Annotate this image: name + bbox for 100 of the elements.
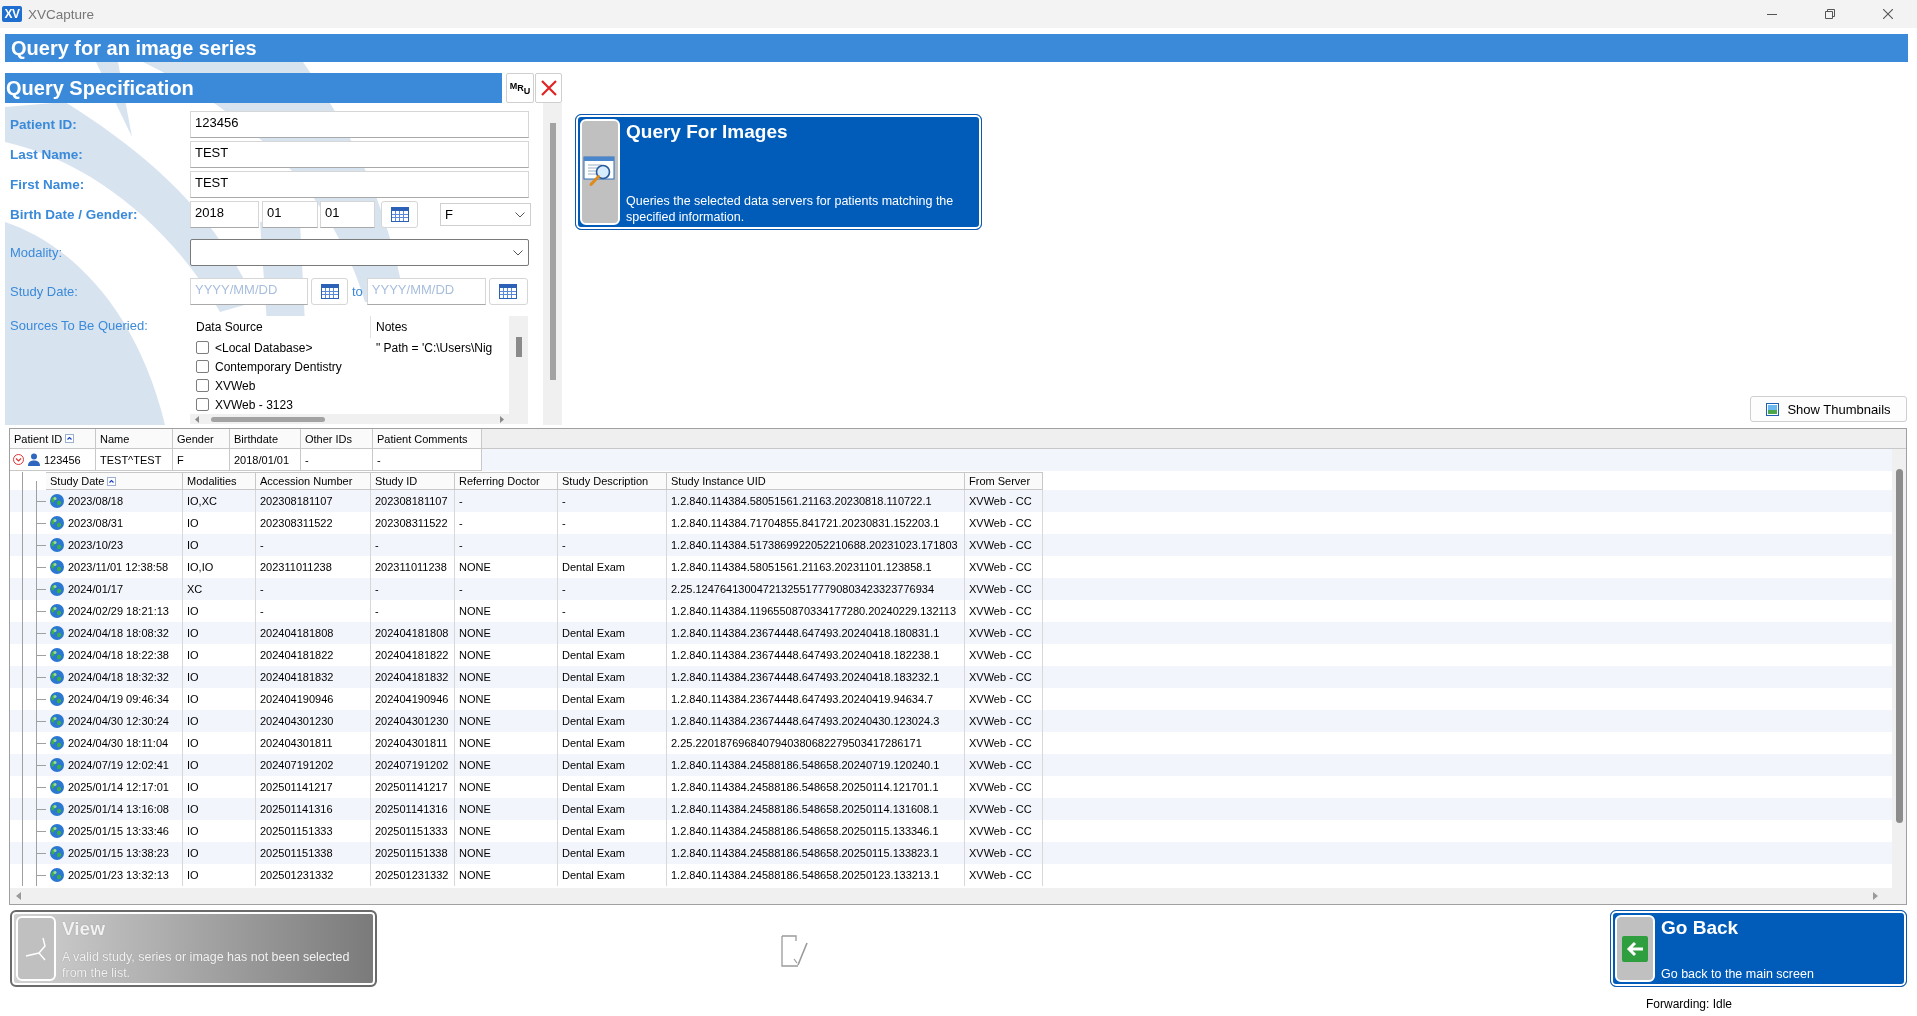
- column-header[interactable]: Referring Doctor: [455, 472, 558, 490]
- gender-dropdown[interactable]: F: [440, 203, 531, 226]
- table-cell: NONE: [455, 864, 558, 886]
- document-check-icon[interactable]: [780, 935, 810, 967]
- table-cell: XVWeb - CC: [965, 842, 1043, 864]
- table-cell: 123456: [44, 453, 81, 466]
- arrow-right-icon[interactable]: [500, 415, 504, 423]
- column-header[interactable]: Name: [96, 429, 173, 448]
- table-cell: 2023/11/01 12:38:58: [68, 561, 169, 573]
- table-cell: 202404181832: [256, 666, 371, 688]
- table-cell: -: [256, 578, 371, 600]
- table-cell: NONE: [455, 666, 558, 688]
- column-header[interactable]: Study Description: [558, 472, 667, 490]
- table-cell: -: [371, 578, 455, 600]
- column-header[interactable]: Patient ID: [10, 429, 96, 448]
- table-cell: NONE: [455, 842, 558, 864]
- status-text: Forwarding: Idle: [1645, 997, 1733, 1011]
- table-cell: -: [371, 534, 455, 556]
- column-header[interactable]: Study ID: [371, 472, 455, 490]
- chevron-down-icon: [513, 249, 523, 256]
- scrollbar-thumb[interactable]: [1895, 469, 1903, 823]
- column-header[interactable]: Patient Comments: [373, 429, 482, 448]
- branch-icon: [23, 936, 49, 961]
- table-cell: 202404181808: [256, 622, 371, 644]
- clear-button[interactable]: [535, 73, 562, 103]
- globe-icon: [50, 846, 64, 860]
- globe-icon: [50, 538, 64, 552]
- arrow-left-icon[interactable]: [195, 415, 199, 423]
- source-name: XVWeb: [215, 378, 256, 393]
- table-cell: NONE: [455, 798, 558, 820]
- table-cell: -: [256, 534, 371, 556]
- table-cell: XVWeb - CC: [965, 534, 1043, 556]
- sort-icon: [107, 476, 117, 486]
- column-header[interactable]: Modalities: [183, 472, 256, 490]
- show-thumbnails-button[interactable]: Show Thumbnails: [1750, 396, 1907, 422]
- source-name: XVWeb - 3123: [215, 397, 293, 412]
- table-cell: 2025/01/23 13:32:13: [68, 869, 169, 881]
- source-name: Contemporary Dentistry: [215, 359, 342, 374]
- table-cell: 2024/01/17: [68, 583, 124, 595]
- field-label: Last Name:: [9, 147, 84, 162]
- expand-icon[interactable]: [13, 454, 24, 465]
- checkbox[interactable]: [196, 398, 209, 411]
- column-header[interactable]: Study Instance UID: [667, 472, 965, 490]
- mru-button[interactable]: MRU: [506, 73, 534, 103]
- year-field[interactable]: 2018: [190, 201, 259, 228]
- checkbox[interactable]: [196, 341, 209, 354]
- globe-icon: [50, 758, 64, 772]
- text-field[interactable]: 123456: [190, 111, 529, 138]
- table-cell: -: [373, 449, 482, 471]
- checkbox[interactable]: [196, 360, 209, 373]
- text-field[interactable]: TEST: [190, 171, 529, 198]
- arrow-left-icon[interactable]: [16, 892, 21, 900]
- calendar-button[interactable]: [488, 278, 528, 305]
- column-header[interactable]: Study Date: [46, 472, 183, 490]
- table-cell: IO: [183, 754, 256, 776]
- globe-icon: [50, 736, 64, 750]
- column-header[interactable]: Birthdate: [230, 429, 301, 448]
- globe-icon: [50, 516, 64, 530]
- column-header[interactable]: Other IDs: [301, 429, 373, 448]
- scrollbar-thumb[interactable]: [516, 337, 522, 357]
- table-cell: IO: [183, 666, 256, 688]
- table-cell: -: [455, 490, 558, 512]
- table-cell: XVWeb - CC: [965, 710, 1043, 732]
- date-field[interactable]: YYYY/MM/DD: [190, 278, 308, 305]
- table-cell: 202501141316: [371, 798, 455, 820]
- field-label: Birth Date / Gender:: [9, 207, 139, 222]
- globe-icon: [50, 560, 64, 574]
- table-cell: 202407191202: [371, 754, 455, 776]
- scrollbar-thumb[interactable]: [550, 123, 556, 380]
- calendar-button[interactable]: [381, 201, 418, 228]
- table-cell: IO: [183, 798, 256, 820]
- checkbox[interactable]: [196, 379, 209, 392]
- calendar-button[interactable]: [311, 278, 348, 305]
- table-cell: 202501141316: [256, 798, 371, 820]
- table-cell: 202501231332: [256, 864, 371, 886]
- source-notes: " Path = 'C:\Users\Nig: [375, 340, 493, 355]
- table-cell: 202501151338: [256, 842, 371, 864]
- table-cell: NONE: [455, 710, 558, 732]
- document-search-icon: [583, 156, 617, 188]
- column-header[interactable]: Gender: [173, 429, 230, 448]
- window-title: XVCapture: [28, 6, 95, 22]
- arrow-right-icon[interactable]: [1873, 892, 1878, 900]
- table-cell: -: [558, 578, 667, 600]
- day-field[interactable]: 01: [320, 201, 375, 228]
- column-header[interactable]: Accession Number: [256, 472, 371, 490]
- date-field[interactable]: YYYY/MM/DD: [366, 278, 486, 305]
- table-cell: 202308181107: [256, 490, 371, 512]
- table-cell: 2024/04/30 18:11:04: [68, 737, 169, 749]
- table-cell: Dental Exam: [558, 666, 667, 688]
- go-back-button[interactable]: Go Back Go back to the main screen: [1610, 910, 1907, 987]
- modality-dropdown[interactable]: [190, 239, 529, 266]
- table-cell: XVWeb - CC: [965, 754, 1043, 776]
- month-field[interactable]: 01: [262, 201, 318, 228]
- table-cell: Dental Exam: [558, 710, 667, 732]
- text-field[interactable]: TEST: [190, 141, 529, 168]
- query-for-images-button[interactable]: Query For Images Queries the selected data servers for patients matching the specified information.: [575, 114, 982, 230]
- close-icon: [1883, 9, 1893, 19]
- page-title: Query for an image series: [5, 34, 1908, 62]
- scrollbar-thumb[interactable]: [211, 416, 325, 422]
- column-header[interactable]: From Server: [965, 472, 1043, 490]
